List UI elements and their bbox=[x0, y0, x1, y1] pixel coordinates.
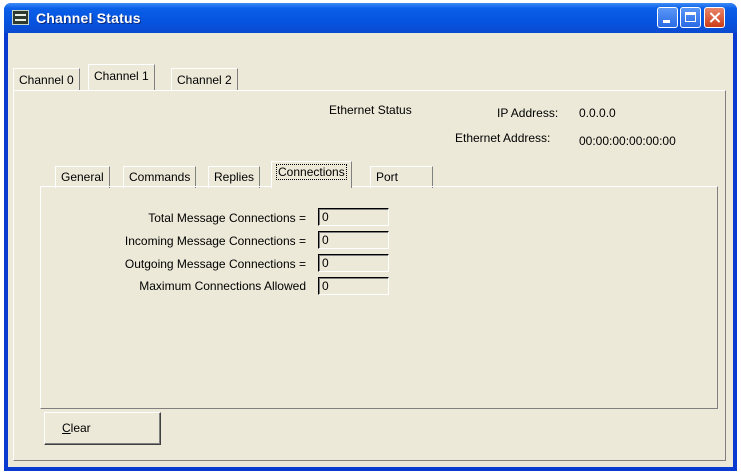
tab-port[interactable]: Port bbox=[370, 166, 433, 188]
tab-connections-label: Connections bbox=[276, 164, 347, 180]
tab-commands[interactable]: Commands bbox=[123, 166, 197, 188]
clear-accelerator: C bbox=[62, 421, 71, 435]
ip-address-label: IP Address: bbox=[497, 106, 559, 120]
tab-channel-1-label: Channel 1 bbox=[94, 69, 149, 83]
tab-commands-label: Commands bbox=[129, 170, 191, 184]
tab-replies[interactable]: Replies bbox=[208, 166, 261, 188]
ethernet-address-label: Ethernet Address: bbox=[455, 131, 551, 145]
close-button[interactable] bbox=[704, 7, 725, 28]
ethernet-address-value: 00:00:00:00:00:00 bbox=[579, 134, 676, 148]
incoming-connections-field: 0 bbox=[318, 231, 389, 249]
title-bar[interactable]: Channel Status bbox=[4, 3, 737, 33]
tab-channel-1[interactable]: Channel 1 bbox=[88, 64, 155, 90]
total-connections-label: Total Message Connections = bbox=[148, 211, 306, 225]
tab-general[interactable]: General bbox=[55, 166, 110, 188]
clear-button-label: lear bbox=[70, 421, 91, 435]
clear-button[interactable]: Clear bbox=[44, 412, 161, 445]
tab-connections[interactable]: Connections bbox=[271, 161, 352, 188]
tab-general-label: General bbox=[61, 170, 104, 184]
tab-channel-0-label: Channel 0 bbox=[19, 73, 74, 87]
outgoing-connections-field: 0 bbox=[318, 254, 389, 272]
total-connections-field: 0 bbox=[318, 208, 389, 226]
channel-status-window: Channel Status Channel 0 Channel 1 Chann… bbox=[4, 3, 737, 471]
tab-channel-2[interactable]: Channel 2 bbox=[171, 68, 238, 90]
window-title: Channel Status bbox=[36, 10, 141, 26]
tab-channel-0[interactable]: Channel 0 bbox=[13, 68, 80, 90]
incoming-connections-label: Incoming Message Connections = bbox=[124, 234, 306, 248]
app-icon bbox=[12, 10, 29, 25]
maximize-button[interactable] bbox=[680, 7, 701, 28]
tab-port-label: Port bbox=[376, 170, 399, 184]
ip-address-value: 0.0.0.0 bbox=[579, 106, 616, 120]
ethernet-status-label: Ethernet Status bbox=[329, 103, 412, 117]
tab-channel-2-label: Channel 2 bbox=[177, 73, 232, 87]
tab-replies-label: Replies bbox=[214, 170, 255, 184]
minimize-button[interactable] bbox=[657, 7, 678, 28]
max-connections-field: 0 bbox=[318, 277, 389, 295]
max-connections-label: Maximum Connections Allowed bbox=[139, 279, 306, 293]
window-client-area: Channel 0 Channel 1 Channel 2 Ethernet S… bbox=[8, 33, 733, 467]
outgoing-connections-label: Outgoing Message Connections = bbox=[124, 257, 306, 271]
